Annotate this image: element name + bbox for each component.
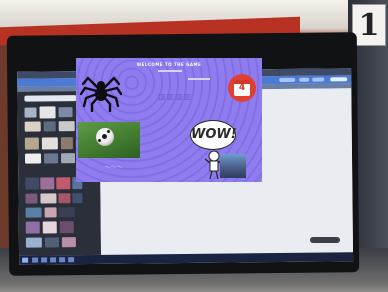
taskbar-app-icon[interactable]: [41, 257, 48, 263]
toolbar-button[interactable]: [312, 77, 325, 82]
number-sign: 1: [352, 4, 386, 46]
thumbnail[interactable]: [43, 121, 56, 132]
thumbnail[interactable]: [58, 121, 75, 132]
thumbnail[interactable]: [72, 193, 83, 204]
thumbnail[interactable]: [44, 237, 59, 248]
design-canvas[interactable]: WELCOME TO THE GAME ▥▥▥▥ 4 WOW! ～～～: [76, 58, 262, 182]
thumbnail[interactable]: [25, 207, 42, 218]
design-heading: WELCOME TO THE GAME: [136, 62, 202, 67]
thumbnail[interactable]: [42, 221, 57, 234]
zoom-control[interactable]: [310, 237, 340, 243]
thumbnail[interactable]: [60, 153, 76, 164]
date-text: [188, 78, 210, 80]
thumbnail[interactable]: [56, 177, 71, 190]
thumbnail[interactable]: [24, 121, 41, 132]
subheading-text: [158, 70, 182, 72]
thumbnail[interactable]: [24, 153, 42, 164]
search-input[interactable]: [24, 95, 77, 102]
soccer-ball-icon: [96, 128, 114, 146]
people-photo: [220, 154, 246, 178]
thumbnail[interactable]: [58, 207, 75, 218]
decorative-title: ▥▥▥▥: [158, 92, 193, 101]
speech-bubble: WOW!: [190, 120, 237, 150]
thumbnail[interactable]: [59, 221, 74, 234]
thumbnail[interactable]: [61, 237, 76, 248]
taskbar-app-icon[interactable]: [32, 257, 39, 263]
thumbnail[interactable]: [60, 137, 73, 150]
taskbar-app-icon[interactable]: [50, 257, 57, 263]
thumbnail[interactable]: [39, 106, 56, 119]
thumbnail[interactable]: [58, 193, 71, 204]
toolbar-button[interactable]: [279, 77, 296, 82]
ball-patch: [98, 139, 101, 142]
thumbnail[interactable]: [25, 177, 40, 190]
thumbnail[interactable]: [25, 221, 40, 234]
start-icon[interactable]: [22, 257, 29, 263]
spider-icon: [80, 76, 122, 112]
thumbnail[interactable]: [24, 107, 37, 118]
signature-text: ～～～: [104, 164, 123, 171]
ball-patch: [102, 134, 107, 139]
thumbnail[interactable]: [43, 153, 59, 164]
thumbnail[interactable]: [25, 193, 38, 204]
taskbar-app-icon[interactable]: [68, 257, 75, 263]
thumbnail[interactable]: [40, 193, 57, 204]
thumbnail[interactable]: [25, 237, 42, 248]
thumbnail[interactable]: [41, 137, 58, 150]
publish-button[interactable]: [330, 77, 348, 82]
thumbnail[interactable]: [44, 207, 57, 218]
thumbnail[interactable]: [58, 107, 73, 118]
toolbar-button[interactable]: [299, 77, 310, 82]
ball-patch: [107, 130, 110, 133]
calendar-day: 4: [238, 83, 246, 93]
thumbnail[interactable]: [24, 137, 39, 150]
thumbnail[interactable]: [40, 177, 55, 190]
taskbar-app-icon[interactable]: [59, 257, 66, 263]
